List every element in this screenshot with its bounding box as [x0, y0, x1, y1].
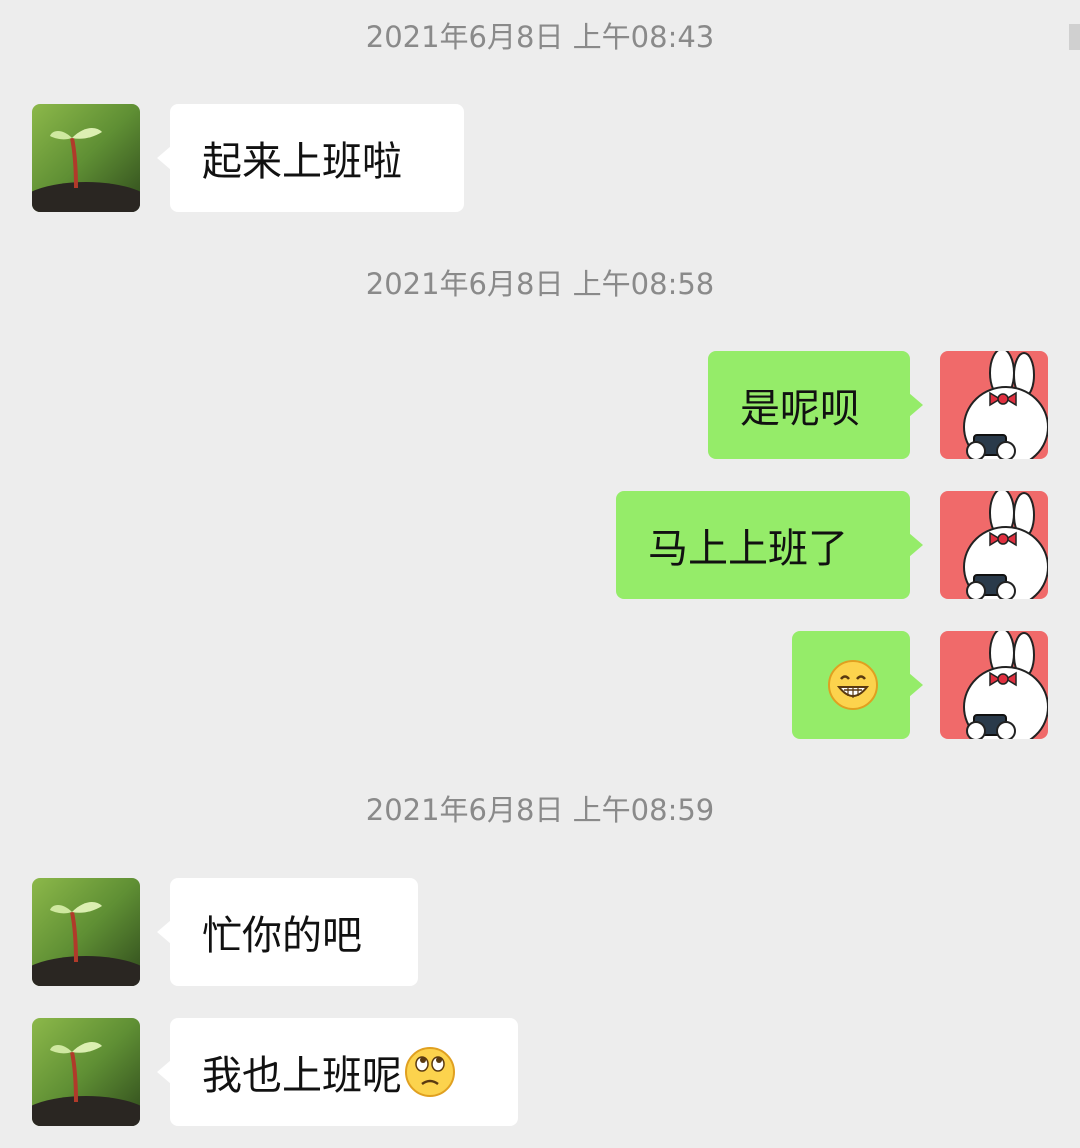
- message-row-outgoing: 马上上班了: [0, 491, 1080, 599]
- grinning-face-icon: [827, 659, 879, 711]
- bunny-avatar[interactable]: [940, 351, 1048, 459]
- message-text: 马上上班了: [648, 526, 848, 572]
- message-bubble[interactable]: 是呢呗: [708, 351, 923, 459]
- message-bubble[interactable]: 忙你的吧: [157, 878, 418, 986]
- eye-roll-face-icon: [404, 1046, 456, 1098]
- message-bubble[interactable]: 马上上班了: [616, 491, 923, 599]
- message-timestamp: 2021年6月8日 上午08:43: [365, 20, 715, 54]
- message-row-incoming: 我也上班呢: [0, 1018, 1080, 1126]
- message-row-outgoing: [0, 631, 1080, 739]
- seedling-avatar[interactable]: [32, 878, 140, 986]
- message-text: 是呢呗: [740, 386, 860, 432]
- seedling-avatar[interactable]: [32, 1018, 140, 1126]
- message-timestamp: 2021年6月8日 上午08:58: [365, 267, 715, 301]
- bunny-avatar[interactable]: [940, 631, 1048, 739]
- message-row-incoming: 忙你的吧: [0, 878, 1080, 986]
- message-text: 起来上班啦: [202, 139, 402, 185]
- bunny-avatar[interactable]: [940, 491, 1048, 599]
- message-text: 我也上班呢: [202, 1053, 402, 1099]
- message-row-outgoing: 是呢呗: [0, 351, 1080, 459]
- message-timestamp: 2021年6月8日 上午08:59: [365, 793, 715, 827]
- message-bubble[interactable]: [792, 631, 923, 739]
- seedling-avatar[interactable]: [32, 104, 140, 212]
- message-text: 忙你的吧: [202, 913, 362, 959]
- message-bubble[interactable]: 我也上班呢: [157, 1018, 518, 1126]
- message-bubble[interactable]: 起来上班啦: [157, 104, 464, 212]
- message-row-incoming: 起来上班啦: [0, 104, 1080, 212]
